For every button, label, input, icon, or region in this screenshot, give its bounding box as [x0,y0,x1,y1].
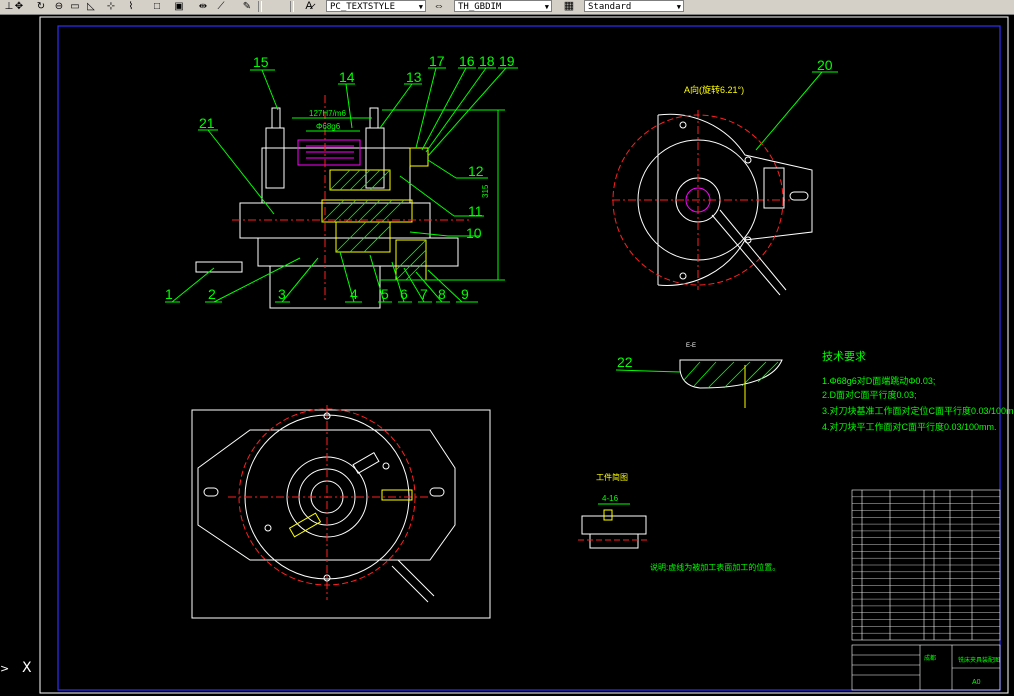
section-label: E-E [686,343,696,349]
balloon-5: 5 [381,286,389,302]
balloon-20: 20 [817,57,833,73]
tech-req-title: 技术要求 [822,350,866,363]
drawing-canvas[interactable]: 127H7/m6 Φ68g6 315 1 2 3 4 5 6 7 8 9 10 … [0,15,1014,696]
top-view [191,405,491,619]
balloon-22: 22 [617,354,633,370]
front-view [195,95,505,309]
balloon-21: 21 [199,115,215,131]
tech-req-item: 2.D面对C面平行度0.03; [822,389,917,400]
balloon-12: 12 [468,163,484,179]
balloon-9: 9 [461,286,469,302]
table-style-icon: ▦ [563,0,575,12]
title-block-drawing-name: 铣床夹具装配图 [958,656,1000,664]
view-a-label: A向(旋转6.21°) [684,84,744,95]
zoom-realtime-icon[interactable]: ▭ [68,0,82,13]
pan-icon[interactable]: ✥ [12,0,26,13]
section-ee [679,359,783,408]
move-icon[interactable]: ⇹ [196,0,210,13]
chevron-down-icon: ▼ [418,3,423,11]
title-block-company: 成都 [924,654,936,662]
balloon-numbers: 1 2 3 4 5 6 7 8 9 10 11 12 13 14 15 16 1… [165,53,833,370]
workpiece-sketch [578,503,650,549]
view-a [612,110,813,296]
balloon-11: 11 [468,203,483,219]
balloon-16: 16 [459,53,475,69]
chevron-down-icon: ▼ [544,3,549,11]
dia-dim-label: Φ68g6 [316,122,341,131]
measure-icon[interactable]: ◺ [84,0,98,13]
balloon-14: 14 [339,69,355,85]
table-style-value: Standard [588,2,632,12]
dim-style-icon: ⇔ [433,0,445,12]
polyline-icon[interactable]: ⌇ [124,0,138,13]
box-icon[interactable]: ▣ [172,0,186,13]
balloon-13: 13 [406,69,422,85]
balloon-15: 15 [253,54,269,70]
text-style-icon: A̷ [305,0,313,12]
balloon-3: 3 [278,286,286,302]
balloon-18: 18 [479,53,495,69]
zoom-icon[interactable]: ⊖ [52,0,66,13]
tech-req-list: 1.Φ68g6对D面端跳动Φ0.03; 2.D面对C面平行度0.03; 3.对刀… [822,375,1014,432]
title-block-sheet: A0 [972,679,981,686]
rectangle-icon[interactable]: □ [150,0,164,13]
toolbar-separator [290,1,294,12]
balloon-7: 7 [420,286,428,302]
stretch-icon[interactable]: ⟋ [214,0,228,13]
balloon-4: 4 [350,286,358,302]
orbit-icon[interactable]: ↻ [34,0,48,13]
balloon-6: 6 [400,286,408,302]
workpiece-note: 说明:虚线为被加工表面加工的位置。 [650,562,780,572]
workpiece-dim: 4-16 [602,494,619,503]
line-icon[interactable]: ⊹ [104,0,118,13]
ucs-x-axis-label: X [22,660,32,676]
tech-req-item: 1.Φ68g6对D面端跳动Φ0.03; [822,375,935,386]
chevron-down-icon: ▼ [676,3,681,11]
balloon-19: 19 [499,53,515,69]
balloon-1: 1 [165,286,173,302]
tech-req-item: 4.对刀块平工作面对C面平行度0.03/100mm. [822,421,997,432]
ucs-arrow-icon: > [0,662,10,675]
workpiece-title: 工件简图 [596,472,628,482]
balloon-2: 2 [208,286,216,302]
pencil-icon[interactable]: ✎ [240,0,254,13]
text-style-value: PC_TEXTSTYLE [330,2,396,12]
fit-dim-label: 127H7/m6 [309,109,346,118]
balloon-10: 10 [466,225,482,241]
drawing-svg: 127H7/m6 Φ68g6 315 1 2 3 4 5 6 7 8 9 10 … [39,16,1014,694]
balloon-8: 8 [438,286,446,302]
text-style-select[interactable]: PC_TEXTSTYLE ▼ [326,0,426,12]
dim-style-value: TH_GBDIM [458,2,502,12]
height-dim-label: 315 [481,184,490,198]
parts-list-rows [852,496,1000,634]
balloon-17: 17 [429,53,445,69]
dim-style-select[interactable]: TH_GBDIM ▼ [454,0,552,12]
table-style-select[interactable]: Standard ▼ [584,0,684,12]
toolbar: ⊥ ✥ ↻ ⊖ ▭ ◺ ⊹ ⌇ □ ▣ ⇹ ⟋ ✎ A̷ PC_TEXTSTYL… [0,0,1014,15]
toolbar-separator [258,1,262,12]
tech-req-item: 3.对刀块基准工作面对定位C面平行度0.03/100mm; [822,405,1014,416]
